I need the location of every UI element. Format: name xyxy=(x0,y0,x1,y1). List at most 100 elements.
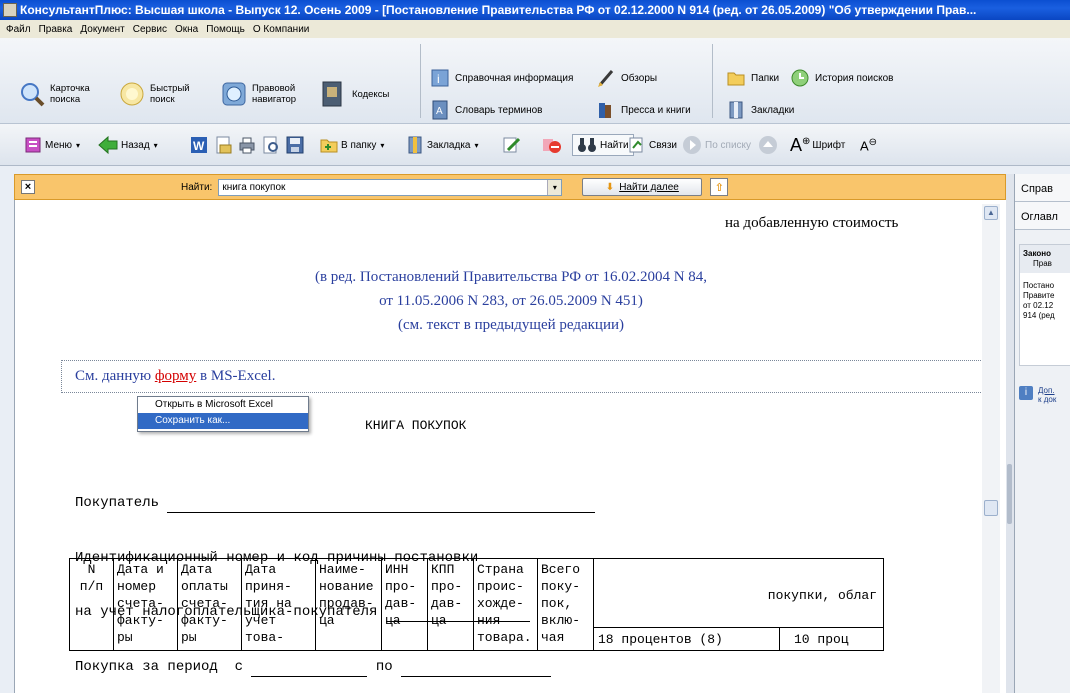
chevron-down-icon: ▾ xyxy=(153,140,158,150)
by-list-label: По списку xyxy=(705,139,752,151)
menu-edit[interactable]: Правка xyxy=(39,24,73,35)
card-search-button[interactable]: Карточка поиска xyxy=(18,80,90,108)
links-icon xyxy=(629,137,643,153)
tab-contents[interactable]: Оглавл xyxy=(1015,202,1070,230)
close-icon[interactable]: × xyxy=(21,180,35,194)
reference-info-button[interactable]: i Справочная информация xyxy=(430,68,573,88)
see-prefix: См. данную xyxy=(75,368,155,384)
menu-bar: Файл Правка Документ Сервис Окна Помощь … xyxy=(0,20,1070,38)
magnifier-icon xyxy=(21,83,45,107)
back-button[interactable]: Назад ▾ xyxy=(98,134,158,156)
pen-icon xyxy=(598,70,614,87)
scroll-thumb[interactable] xyxy=(984,500,998,516)
find-input[interactable]: книга покупок ▾ xyxy=(218,178,563,196)
links-button[interactable]: Связи xyxy=(628,134,677,156)
press-books-button[interactable]: Пресса и книги xyxy=(596,100,691,120)
save-as-item[interactable]: Сохранить как... xyxy=(138,413,308,429)
reviews-button[interactable]: Обзоры xyxy=(596,68,657,88)
up-button[interactable] xyxy=(758,134,778,156)
folders-button[interactable]: Папки xyxy=(726,68,779,88)
font-label: Шрифт xyxy=(812,139,846,151)
font-increase-icon: A⊕ xyxy=(790,134,811,155)
preview-button[interactable] xyxy=(262,134,280,156)
edit-note-button[interactable] xyxy=(502,134,520,156)
field-period-from-line xyxy=(251,658,368,677)
reference-info-label: Справочная информация xyxy=(455,72,574,84)
legal-navigator-label-1: Правовой xyxy=(252,83,296,94)
to-folder-button[interactable]: В папку ▾ xyxy=(320,134,384,156)
open-in-excel-item[interactable]: Открыть в Microsoft Excel xyxy=(138,397,308,413)
bookmarks-icon xyxy=(729,101,743,119)
menu-file[interactable]: Файл xyxy=(6,24,31,35)
table-header-cell: Страна проис-хожде-ния товара. xyxy=(473,558,538,651)
find-bar: × Найти: книга покупок ▾ ⬇ Найти далее ⇧ xyxy=(14,174,1006,200)
menu-windows[interactable]: Окна xyxy=(175,24,198,35)
svg-text:W: W xyxy=(193,139,205,153)
field-period-to-label: по xyxy=(375,659,393,675)
additional-info-link[interactable]: i Доп. к док xyxy=(1019,386,1056,404)
back-arrow-icon xyxy=(98,136,118,154)
word-export-button[interactable]: W xyxy=(190,134,208,156)
menu-help[interactable]: Помощь xyxy=(206,24,245,35)
svg-text:i: i xyxy=(437,72,440,86)
document-info-box: Законо Прав Постано Правите от 02.12 914… xyxy=(1019,244,1070,366)
see-suffix: в MS-Excel. xyxy=(196,368,276,384)
svg-text:A: A xyxy=(436,106,443,117)
menu-document[interactable]: Документ xyxy=(80,24,124,35)
chevron-down-icon[interactable]: ▾ xyxy=(547,179,562,195)
bookmark-icon xyxy=(408,136,422,154)
find-button[interactable]: Найти xyxy=(572,134,634,156)
edit-icon xyxy=(503,137,520,153)
bookmark-button[interactable]: Закладка ▾ xyxy=(406,134,479,156)
window-title: КонсультантПлюс: Высшая школа - Выпуск 1… xyxy=(20,3,977,17)
navigator-icon xyxy=(222,82,246,106)
terms-dictionary-button[interactable]: A Словарь терминов xyxy=(430,100,543,120)
by-list-button[interactable]: По списку xyxy=(682,134,751,156)
menu-service[interactable]: Сервис xyxy=(133,24,167,35)
table-header-cell: КПП про-дав-ца xyxy=(427,558,474,651)
print-button[interactable] xyxy=(238,134,256,156)
clear-highlight-button[interactable] xyxy=(542,134,562,156)
excel-form-note: См. данную форму в MS-Excel. xyxy=(75,368,275,385)
window-titlebar: КонсультантПлюс: Высшая школа - Выпуск 1… xyxy=(0,0,1070,20)
document-scrollbar[interactable]: ▲ xyxy=(982,204,1000,693)
info-box-title-1: Законо xyxy=(1023,249,1051,258)
scroll-up-icon[interactable]: ▲ xyxy=(984,206,998,220)
table-header-cell: Дата и номер счета-факту-ры xyxy=(113,558,178,651)
menu-about[interactable]: О Компании xyxy=(253,24,310,35)
separator xyxy=(712,44,713,118)
field-period-label: Покупка за период с xyxy=(75,659,244,675)
document-toolbar: Меню ▾ Назад ▾ W В папку ▾ Закладка ▾ На… xyxy=(0,124,1070,166)
edition-line-2: от 11.05.2006 N 283, от 26.05.2009 N 451… xyxy=(379,293,643,309)
menu-dropdown-button[interactable]: Меню ▾ xyxy=(24,134,80,156)
font-decrease-button[interactable]: A⊖ xyxy=(860,134,877,156)
document-mail-icon xyxy=(216,136,232,154)
form-link[interactable]: форму xyxy=(155,368,196,384)
table-header-cell: Наиме-нование продав-ца xyxy=(315,558,382,651)
font-increase-button[interactable]: A⊕ Шрифт xyxy=(790,134,845,156)
tab-reference[interactable]: Справ xyxy=(1015,174,1070,202)
to-folder-label: В папку xyxy=(341,139,377,151)
bookmarks-button[interactable]: Закладки xyxy=(726,100,794,120)
reference-info-icon: i xyxy=(431,69,449,87)
press-books-label: Пресса и книги xyxy=(621,104,691,116)
card-search-label-1: Карточка xyxy=(50,83,90,94)
menu-icon xyxy=(25,137,41,153)
send-email-button[interactable] xyxy=(214,134,232,156)
panel-splitter[interactable] xyxy=(1006,174,1014,693)
info-box-header: Законо Прав xyxy=(1020,245,1070,273)
splitter-grip[interactable] xyxy=(1007,464,1012,524)
floppy-disk-icon xyxy=(286,136,304,154)
quick-search-button[interactable]: Быстрый поиск xyxy=(118,80,190,108)
separator xyxy=(420,44,421,118)
legal-navigator-button[interactable]: Правовой навигатор xyxy=(220,80,296,108)
find-previous-button[interactable]: ⇧ xyxy=(710,178,729,196)
codes-button[interactable]: Кодексы xyxy=(320,80,389,108)
word-icon: W xyxy=(191,137,207,153)
find-next-button[interactable]: ⬇ Найти далее xyxy=(582,178,703,196)
edition-line-3: (см. текст в предыдущей редакции) xyxy=(398,317,624,333)
navigation-bar: Карточка поиска Быстрый поиск Правовой нави… xyxy=(0,38,1070,124)
table-header-cell: Дата оплаты счета-факту-ры xyxy=(177,558,242,651)
search-history-button[interactable]: История поисков xyxy=(790,68,893,88)
save-button[interactable] xyxy=(286,134,304,156)
